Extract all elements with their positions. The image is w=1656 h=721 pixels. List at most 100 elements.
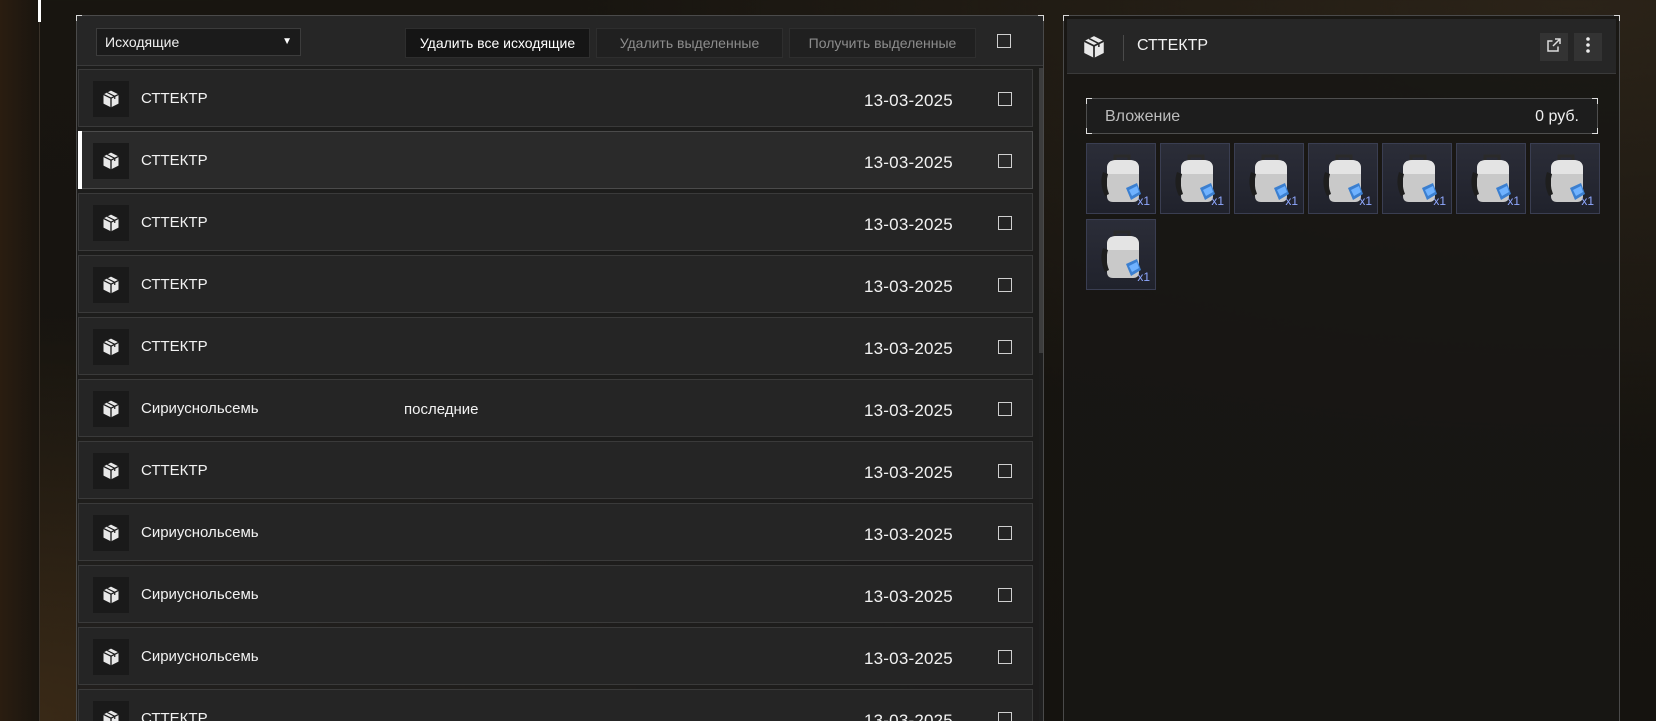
bar-corner <box>1086 98 1092 104</box>
message-sender: Сириуснольсемь <box>141 400 259 417</box>
receive-selected-button[interactable]: Получить выделенные <box>789 28 976 58</box>
package-icon <box>93 639 129 675</box>
package-icon <box>93 143 129 179</box>
detail-header: СТТЕКТР <box>1067 19 1616 74</box>
bar-corner <box>1592 128 1598 134</box>
message-sender: Сириуснольсемь <box>141 586 259 603</box>
package-icon <box>93 577 129 613</box>
attachment-item[interactable]: x1 <box>1308 143 1378 214</box>
message-subject: последние <box>404 401 479 418</box>
bar-corner <box>1592 98 1598 104</box>
message-list-panel: Исходящие ▼ Удалить все исходящие Удалит… <box>76 15 1044 721</box>
message-sender: СТТЕКТР <box>141 214 208 231</box>
message-row[interactable]: Сириуснольсемь 13-03-2025 <box>78 627 1033 685</box>
attachment-bar: Вложение 0 руб. <box>1086 98 1598 134</box>
package-icon <box>93 515 129 551</box>
list-scrollbar-thumb[interactable] <box>1039 68 1043 353</box>
message-date: 13-03-2025 <box>864 463 953 482</box>
message-checkbox[interactable] <box>998 92 1012 106</box>
list-toolbar: Исходящие ▼ Удалить все исходящие Удалит… <box>77 16 1043 66</box>
message-date: 13-03-2025 <box>864 277 953 296</box>
package-icon <box>93 81 129 117</box>
attachment-item[interactable]: x1 <box>1234 143 1304 214</box>
item-quantity: x1 <box>1359 194 1372 208</box>
message-checkbox[interactable] <box>998 650 1012 664</box>
folder-select-value: Исходящие <box>105 34 180 50</box>
message-checkbox[interactable] <box>998 712 1012 721</box>
header-separator <box>1123 35 1124 61</box>
attachment-item[interactable]: x1 <box>1160 143 1230 214</box>
message-sender: СТТЕКТР <box>141 338 208 355</box>
item-quantity: x1 <box>1285 194 1298 208</box>
rail-marker <box>38 0 41 22</box>
message-date: 13-03-2025 <box>864 587 953 606</box>
message-checkbox[interactable] <box>998 340 1012 354</box>
message-checkbox[interactable] <box>998 588 1012 602</box>
attachment-item[interactable]: x1 <box>1382 143 1452 214</box>
message-sender: СТТЕКТР <box>141 462 208 479</box>
more-options-button[interactable] <box>1574 33 1602 61</box>
external-link-icon <box>1546 37 1562 58</box>
message-date: 13-03-2025 <box>864 649 953 668</box>
item-quantity: x1 <box>1433 194 1446 208</box>
message-sender: Сириуснольсемь <box>141 524 259 541</box>
message-date: 13-03-2025 <box>864 401 953 420</box>
message-row[interactable]: Сириуснольсемь 13-03-2025 <box>78 565 1033 623</box>
package-icon <box>93 329 129 365</box>
message-row[interactable]: Сириуснольсемь последние 13-03-2025 <box>78 379 1033 437</box>
package-icon <box>93 701 129 721</box>
package-icon <box>1081 34 1107 65</box>
open-external-button[interactable] <box>1540 33 1568 61</box>
message-date: 13-03-2025 <box>864 153 953 172</box>
message-row[interactable]: СТТЕКТР 13-03-2025 <box>78 317 1033 375</box>
message-row[interactable]: СТТЕКТР 13-03-2025 <box>78 255 1033 313</box>
message-date: 13-03-2025 <box>864 525 953 544</box>
message-date: 13-03-2025 <box>864 339 953 358</box>
attachment-item[interactable]: x1 <box>1086 219 1156 290</box>
message-row[interactable]: СТТЕКТР 13-03-2025 <box>78 193 1033 251</box>
package-icon <box>93 205 129 241</box>
message-detail-panel: СТТЕКТР Вложение 0 руб. x1 x1 x1 x1 x1 x1 x1 x1 <box>1063 15 1620 721</box>
item-quantity: x1 <box>1137 270 1150 284</box>
package-icon <box>93 453 129 489</box>
message-row[interactable]: СТТЕКТР 13-03-2025 <box>78 131 1033 189</box>
item-quantity: x1 <box>1137 194 1150 208</box>
delete-all-outgoing-button[interactable]: Удалить все исходящие <box>405 28 590 58</box>
message-date: 13-03-2025 <box>864 215 953 234</box>
message-checkbox[interactable] <box>998 216 1012 230</box>
detail-title: СТТЕКТР <box>1137 37 1209 54</box>
message-row[interactable]: СТТЕКТР 13-03-2025 <box>78 441 1033 499</box>
item-quantity: x1 <box>1507 194 1520 208</box>
message-row[interactable]: Сириуснольсемь 13-03-2025 <box>78 503 1033 561</box>
message-checkbox[interactable] <box>998 464 1012 478</box>
caret-down-icon: ▼ <box>282 36 292 47</box>
message-checkbox[interactable] <box>998 402 1012 416</box>
message-sender: Сириуснольсемь <box>141 648 259 665</box>
message-checkbox[interactable] <box>998 278 1012 292</box>
attachment-item[interactable]: x1 <box>1456 143 1526 214</box>
package-icon <box>93 391 129 427</box>
message-sender: СТТЕКТР <box>141 710 208 721</box>
attachment-item[interactable]: x1 <box>1530 143 1600 214</box>
attachment-label: Вложение <box>1105 108 1181 125</box>
message-row[interactable]: СТТЕКТР 13-03-2025 <box>78 69 1033 127</box>
folder-select[interactable]: Исходящие ▼ <box>96 28 301 56</box>
left-rail <box>0 0 41 721</box>
message-date: 13-03-2025 <box>864 91 953 110</box>
select-all-checkbox[interactable] <box>997 34 1011 48</box>
package-icon <box>93 267 129 303</box>
message-sender: СТТЕКТР <box>141 152 208 169</box>
item-quantity: x1 <box>1581 194 1594 208</box>
delete-selected-button[interactable]: Удалить выделенные <box>596 28 783 58</box>
kebab-menu-icon <box>1585 36 1591 59</box>
message-sender: СТТЕКТР <box>141 276 208 293</box>
attachment-price: 0 руб. <box>1535 108 1579 125</box>
message-checkbox[interactable] <box>998 526 1012 540</box>
item-quantity: x1 <box>1211 194 1224 208</box>
bar-corner <box>1086 128 1092 134</box>
message-checkbox[interactable] <box>998 154 1012 168</box>
message-date: 13-03-2025 <box>864 711 953 721</box>
attachment-item[interactable]: x1 <box>1086 143 1156 214</box>
message-row[interactable]: СТТЕКТР 13-03-2025 <box>78 689 1033 721</box>
message-sender: СТТЕКТР <box>141 90 208 107</box>
